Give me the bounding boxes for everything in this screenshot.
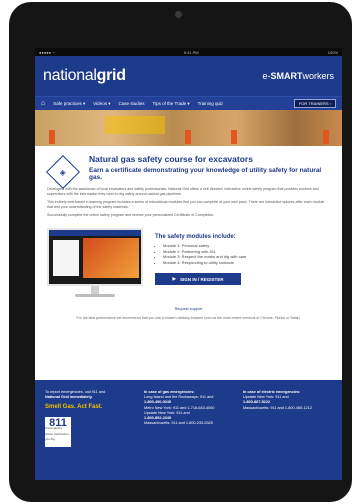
page-title: Natural gas safety course for excavators bbox=[89, 154, 253, 164]
site-footer: To report emergencies, call 911 and Nati… bbox=[35, 380, 342, 480]
course-preview-image bbox=[47, 228, 143, 297]
page-subtitle: Earn a certificate demonstrating your kn… bbox=[89, 167, 322, 181]
intro-paragraph-2: This entirely web-based e-learning progr… bbox=[47, 200, 325, 209]
main-nav: ⌂ Safe practices ▾ Videos ▾ Case studies… bbox=[35, 96, 342, 110]
nav-item-videos[interactable]: Videos ▾ bbox=[93, 101, 110, 107]
traffic-cone-icon bbox=[185, 130, 191, 144]
status-carrier: ●●●●● ◔ bbox=[39, 49, 55, 55]
traffic-cone-icon bbox=[231, 130, 237, 144]
status-bar: ●●●●● ◔ 9:41 PM 100% bbox=[35, 48, 342, 56]
footer-col-electric: In case of electric emergencies: Upstate… bbox=[243, 390, 332, 470]
status-time: 9:41 PM bbox=[183, 49, 199, 55]
home-icon[interactable]: ⌂ bbox=[41, 100, 45, 107]
status-battery: 100% bbox=[327, 49, 338, 55]
footer-col-gas: In case of gas emergencies: Long Island … bbox=[144, 390, 233, 470]
excavator-image bbox=[83, 238, 139, 278]
list-item: Module 4: Responding to utility contacts bbox=[163, 260, 330, 266]
smell-gas-slogan: Smell Gas. Act Fast. bbox=[45, 404, 103, 411]
sign-in-register-button[interactable]: ▶ SIGN IN / REGISTER bbox=[155, 273, 241, 285]
traffic-cone-icon bbox=[323, 130, 329, 144]
nav-item-tips[interactable]: Tips of the Trade ▾ bbox=[152, 101, 189, 107]
modules-title: The safety modules include: bbox=[155, 234, 236, 240]
browser-note: For the best performance we recommend th… bbox=[76, 316, 301, 320]
site-header: nationalgrid e-SMARTworkers bbox=[35, 56, 342, 96]
nav-item-case-studies[interactable]: Case studies bbox=[118, 101, 144, 106]
tablet-frame: ●●●●● ◔ 9:41 PM 100% nationalgrid e-SMAR… bbox=[9, 2, 352, 502]
modules-section: The safety modules include: Module 1: Pe… bbox=[35, 218, 342, 297]
intro-paragraph-3: Successfully complete the online safety … bbox=[47, 213, 215, 217]
intro-paragraph-1: Developed with the assistance of local e… bbox=[47, 187, 319, 196]
request-support-link[interactable]: Request support bbox=[35, 307, 342, 311]
intro-section: ◈ Natural gas safety course for excavato… bbox=[35, 146, 342, 189]
nav-item-training-quiz[interactable]: Training quiz bbox=[198, 101, 224, 106]
nav-item-safe-practices[interactable]: Safe practices ▾ bbox=[53, 101, 85, 107]
for-trainers-button[interactable]: FOR TRAINERS › bbox=[293, 99, 336, 108]
monitor-screen bbox=[47, 228, 143, 286]
modules-list: The safety modules include: Module 1: Pe… bbox=[155, 228, 330, 285]
product-title: e-SMARTworkers bbox=[262, 71, 334, 81]
camera-icon bbox=[175, 11, 182, 18]
call-811-logo: 811 Know what's below. Call before you d… bbox=[45, 416, 71, 447]
banner-sign bbox=[105, 116, 165, 134]
national-grid-logo[interactable]: nationalgrid bbox=[43, 67, 126, 85]
footer-col-emergency: To report emergencies, call 911 and Nati… bbox=[45, 390, 134, 470]
traffic-cone-icon bbox=[49, 130, 55, 144]
screen: ●●●●● ◔ 9:41 PM 100% nationalgrid e-SMAR… bbox=[35, 48, 342, 480]
hero-banner-image bbox=[35, 110, 342, 146]
play-icon: ▶ bbox=[172, 276, 176, 281]
